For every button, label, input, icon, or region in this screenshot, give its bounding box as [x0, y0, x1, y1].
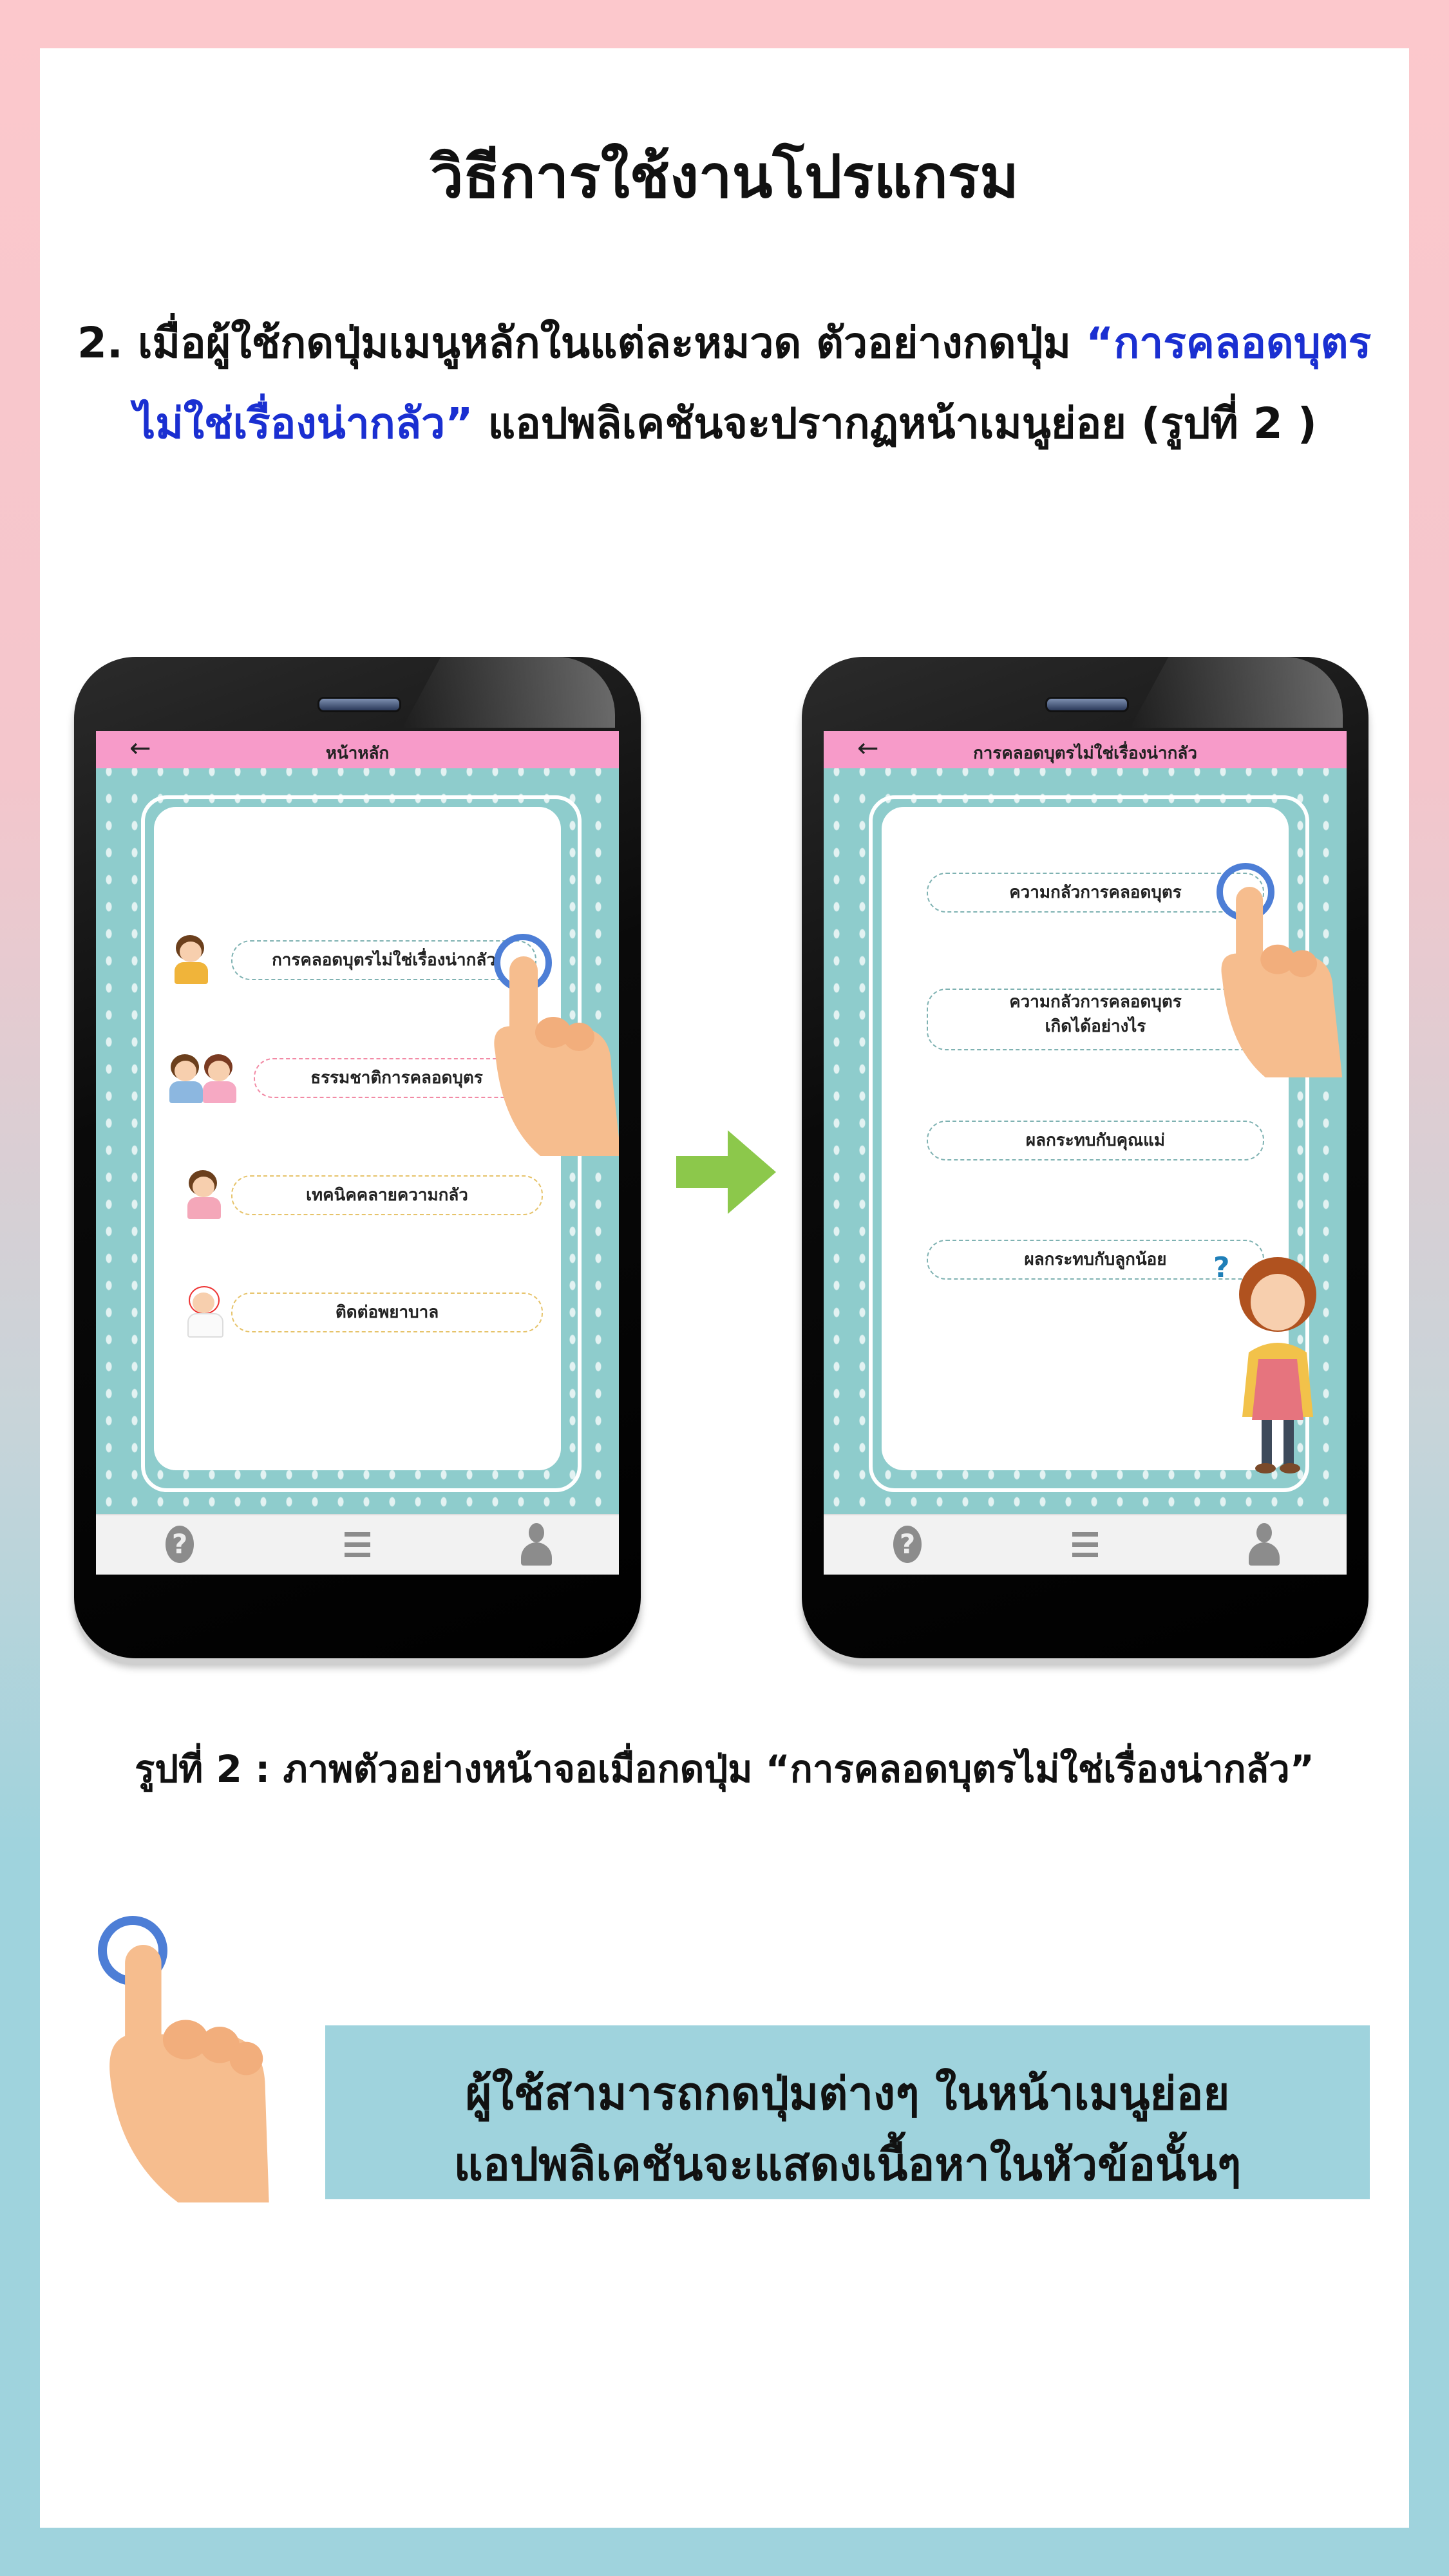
tap-hand-icon — [494, 956, 619, 1156]
figure-caption: รูปที่ 2 : ภาพตัวอย่างหน้าจอเมื่อกดปุ่ม … — [135, 1747, 1314, 1791]
app-header: ← หน้าหลัก — [96, 731, 619, 768]
thinking-mother-icon — [1239, 1257, 1316, 1473]
bottom-nav: ? — [824, 1514, 1347, 1575]
intro-text: 2. เมื่อผู้ใช้กดปุ่มเมนูหลักในแต่ละหมวด … — [77, 303, 1397, 464]
note-line-2: แอปพลิเคชันจะแสดงเนื้อหาในหัวข้อนั้นๆ — [453, 2138, 1242, 2191]
note-line-1: ผู้ใช้สามารถกดปุ่มต่างๆ ในหน้าเมนูย่อย — [465, 2067, 1230, 2120]
app-header-title: การคลอดบุตรไม่ใช่เรื่องน่ากลัว — [973, 744, 1197, 763]
help-icon[interactable]: ? — [160, 1523, 199, 1566]
girl-character-icon — [167, 934, 218, 985]
note-box: ผู้ใช้สามารถกดปุ่มต่างๆ ในหน้าเมนูย่อย แ… — [325, 2025, 1370, 2199]
menu-item-contact-nurse[interactable]: ติดต่อพยาบาล — [231, 1293, 543, 1332]
phone-gloss — [1130, 657, 1343, 728]
app-header-title: หน้าหลัก — [325, 744, 390, 763]
profile-icon[interactable] — [516, 1523, 554, 1566]
menu-item-fear-relief-techniques[interactable]: เทคนิคคลายความกลัว — [231, 1175, 543, 1215]
phone-right-screen: ← การคลอดบุตรไม่ใช่เรื่องน่ากลัว ความกลั… — [824, 731, 1347, 1575]
phone-speaker — [317, 697, 401, 712]
intro-highlight-1: “การคลอดบุตร — [1085, 318, 1372, 368]
bottom-nav: ? — [96, 1514, 619, 1575]
menu-icon[interactable] — [338, 1523, 377, 1566]
intro-highlight-2: ไม่ใช่เรื่องน่ากลัว” — [134, 399, 473, 448]
submenu-effects-on-mother[interactable]: ผลกระทบกับคุณแม่ — [927, 1121, 1264, 1160]
page-title: วิธีการใช้งานโปรแกรม — [430, 142, 1019, 211]
phone-right: ← การคลอดบุตรไม่ใช่เรื่องน่ากลัว ความกลั… — [802, 657, 1368, 1658]
next-arrow-icon — [676, 1130, 776, 1214]
tap-hand-icon — [109, 1945, 269, 2202]
intro-prefix: 2. เมื่อผู้ใช้กดปุ่มเมนูหลักในแต่ละหมวด … — [77, 318, 1086, 368]
app-header: ← การคลอดบุตรไม่ใช่เรื่องน่ากลัว — [824, 731, 1347, 768]
phone-gloss — [402, 657, 615, 728]
profile-icon[interactable] — [1244, 1523, 1282, 1566]
intro-suffix: แอปพลิเคชันจะปรากฏหน้าเมนูย่อย (รูปที่ 2… — [473, 399, 1317, 448]
phone-left-screen: ← หน้าหลัก การคลอดบุตรไม่ใช่เรื่องน่ากลั… — [96, 731, 619, 1575]
meditating-girl-icon — [180, 1169, 231, 1220]
menu-icon[interactable] — [1066, 1523, 1104, 1566]
nurse-character-icon — [180, 1285, 231, 1338]
couple-characters-icon — [167, 1053, 244, 1104]
help-icon[interactable]: ? — [888, 1523, 927, 1566]
tap-hand-icon — [1221, 887, 1343, 1077]
phone-left: ← หน้าหลัก การคลอดบุตรไม่ใช่เรื่องน่ากลั… — [74, 657, 641, 1658]
phone-speaker — [1045, 697, 1129, 712]
